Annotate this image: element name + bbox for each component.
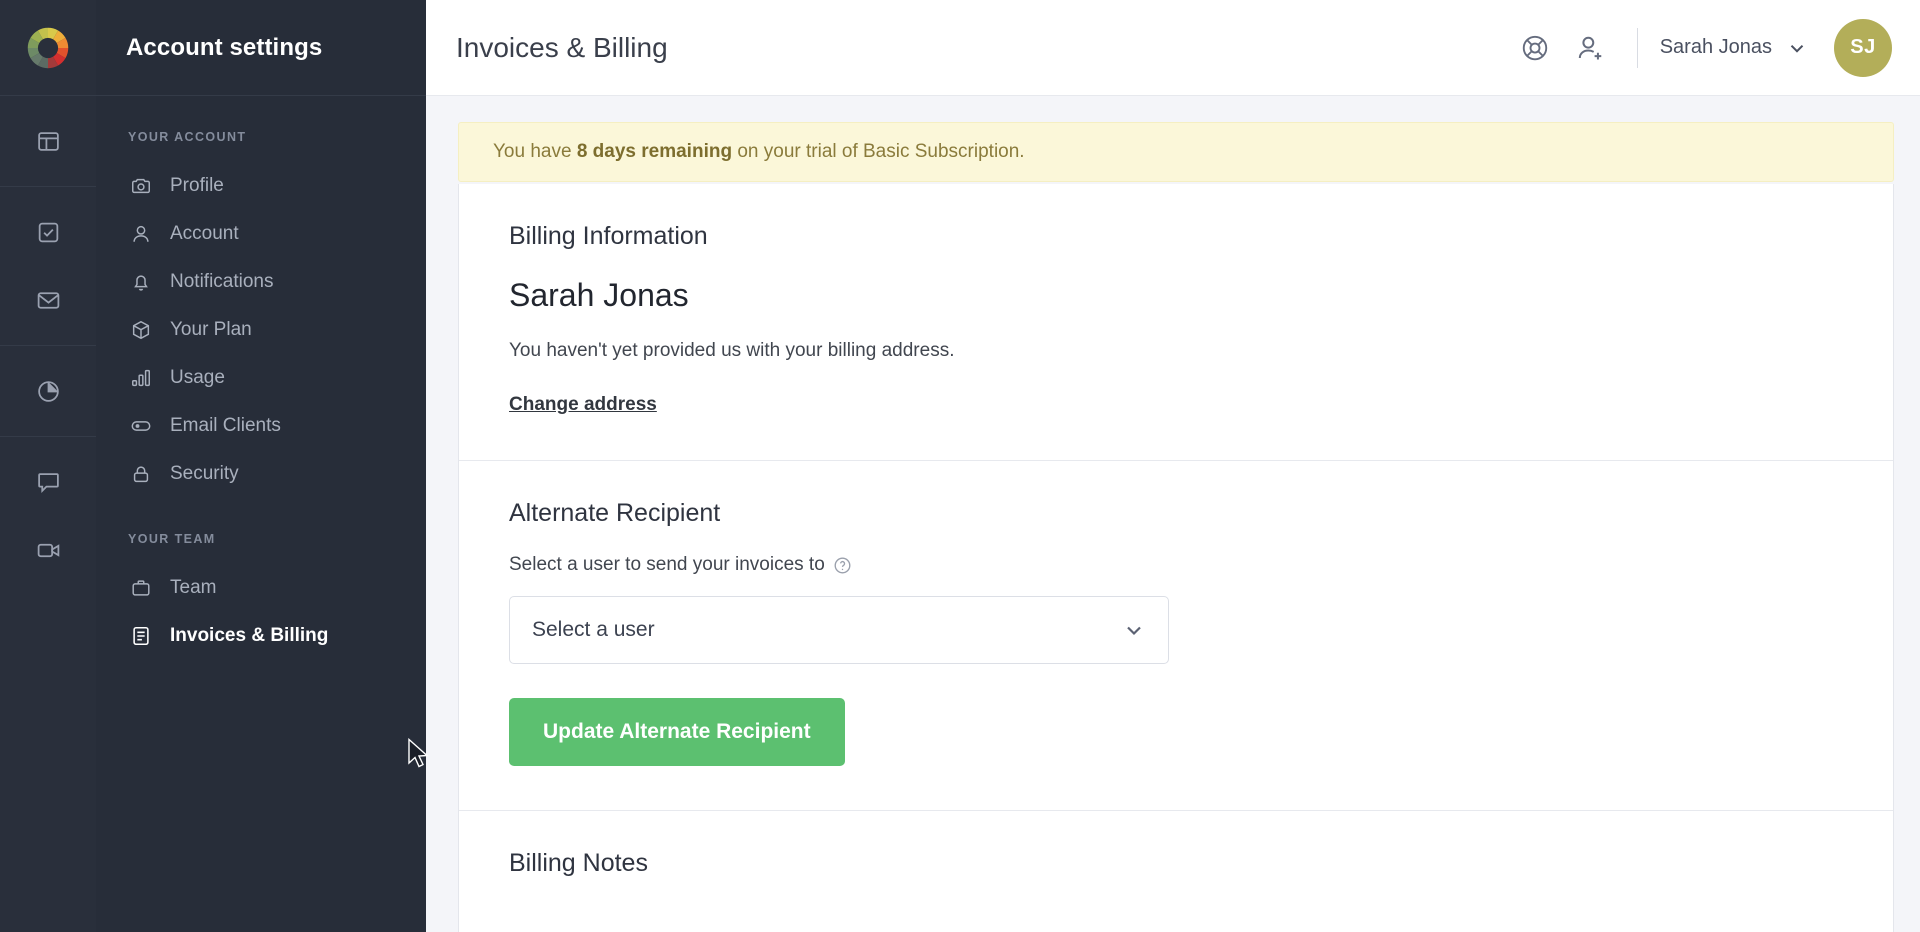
sidebar-item-label: Notifications (170, 271, 274, 292)
rail-group-4 (0, 437, 96, 595)
alternate-recipient-title: Alternate Recipient (509, 499, 721, 527)
trial-banner-highlight: 8 days remaining (576, 141, 733, 162)
alternate-recipient-section: Alternate Recipient Select a user to sen… (459, 461, 1893, 811)
select-selected-value: Select a user (532, 618, 655, 641)
billing-information-title: Billing Information (509, 222, 708, 250)
sidebar-item-label: Email Clients (170, 415, 281, 436)
pie-chart-icon[interactable] (25, 368, 71, 414)
bell-icon (128, 269, 154, 295)
billing-card: Billing Information Sarah Jonas You have… (458, 184, 1894, 932)
change-address-link[interactable]: Change address (509, 394, 657, 416)
toggle-icon (128, 413, 154, 439)
content-scroll-area: You have 8 days remaining on your trial … (426, 96, 1920, 932)
sidebar-item-label: Account (170, 223, 239, 244)
sidebar-header: Account settings (96, 0, 426, 96)
sidebar-item-profile[interactable]: Profile (96, 162, 426, 210)
sidebar-item-account[interactable]: Account (96, 210, 426, 258)
main-area: Invoices & Billing Sarah Jonas SJ You ha… (426, 0, 1920, 932)
chevron-down-icon[interactable] (1786, 37, 1808, 59)
sidebar-item-label: Team (170, 577, 217, 598)
app-logo[interactable] (0, 0, 96, 96)
sidebar-item-label: Security (170, 463, 239, 484)
sidebar-item-notifications[interactable]: Notifications (96, 258, 426, 306)
tasks-checkbox-icon[interactable] (25, 209, 71, 255)
alternate-recipient-select[interactable]: Select a user (509, 596, 1169, 664)
field-label-text: Select a user to send your invoices to (509, 554, 825, 575)
sidebar-item-label: Usage (170, 367, 225, 388)
nav-section-label-your-account: YOUR ACCOUNT (128, 130, 247, 144)
sidebar-title: Account settings (126, 33, 323, 61)
trial-banner: You have 8 days remaining on your trial … (458, 122, 1894, 182)
billing-notes-title: Billing Notes (509, 849, 648, 877)
icon-rail (0, 0, 96, 932)
briefcase-icon (128, 575, 154, 601)
user-name[interactable]: Sarah Jonas (1660, 36, 1772, 59)
sidebar: Account settings YOUR ACCOUNT Profile Ac… (96, 0, 426, 932)
dashboard-icon[interactable] (25, 118, 71, 164)
nav-section-your-team: YOUR TEAM Team Invoices & Billing (96, 498, 426, 660)
camera-icon (128, 173, 154, 199)
rail-group-1 (0, 96, 96, 187)
video-camera-icon[interactable] (25, 527, 71, 573)
billing-name: Sarah Jonas (509, 277, 689, 313)
rail-group-2 (0, 187, 96, 346)
sidebar-item-email-clients[interactable]: Email Clients (96, 402, 426, 450)
sidebar-item-usage[interactable]: Usage (96, 354, 426, 402)
sidebar-item-team[interactable]: Team (96, 564, 426, 612)
app-root: Account settings YOUR ACCOUNT Profile Ac… (0, 0, 1920, 932)
sidebar-item-label: Your Plan (170, 319, 252, 340)
sidebar-item-your-plan[interactable]: Your Plan (96, 306, 426, 354)
update-alternate-recipient-button[interactable]: Update Alternate Recipient (509, 698, 845, 766)
billing-notes-section: Billing Notes (459, 811, 1893, 932)
color-wheel-logo-icon (27, 27, 69, 68)
trial-banner-suffix: on your trial of Basic Subscription. (732, 141, 1025, 162)
topbar: Invoices & Billing Sarah Jonas SJ (426, 0, 1920, 96)
box-icon (128, 317, 154, 343)
billing-information-section: Billing Information Sarah Jonas You have… (459, 184, 1893, 461)
sidebar-item-invoices-billing[interactable]: Invoices & Billing (96, 612, 426, 660)
chevron-down-icon (1122, 618, 1146, 642)
add-user-icon[interactable] (1563, 20, 1619, 76)
rail-group-3 (0, 346, 96, 437)
billing-address-message: You haven't yet provided us with your bi… (509, 340, 955, 361)
topbar-divider (1636, 27, 1638, 68)
bar-chart-icon (128, 365, 154, 391)
sidebar-item-label: Invoices & Billing (170, 625, 329, 646)
lock-icon (128, 461, 154, 487)
life-buoy-icon[interactable] (1507, 20, 1563, 76)
sidebar-item-security[interactable]: Security (96, 450, 426, 498)
question-circle-icon[interactable] (833, 556, 852, 575)
user-icon (128, 221, 154, 247)
document-icon (128, 623, 154, 649)
mail-envelope-icon[interactable] (25, 277, 71, 323)
sidebar-item-label: Profile (170, 175, 224, 196)
topbar-actions: Sarah Jonas SJ (1507, 18, 1892, 77)
sidebar-nav: YOUR ACCOUNT Profile Account Notificatio… (96, 96, 426, 660)
chat-bubble-icon[interactable] (25, 459, 71, 505)
nav-section-label-your-team: YOUR TEAM (128, 532, 216, 546)
nav-section-your-account: YOUR ACCOUNT Profile Account Notificatio… (96, 130, 426, 498)
page-title: Invoices & Billing (456, 31, 668, 63)
trial-banner-prefix: You have (493, 141, 577, 162)
avatar[interactable]: SJ (1834, 18, 1892, 77)
alternate-recipient-field-label: Select a user to send your invoices to (509, 554, 1843, 576)
